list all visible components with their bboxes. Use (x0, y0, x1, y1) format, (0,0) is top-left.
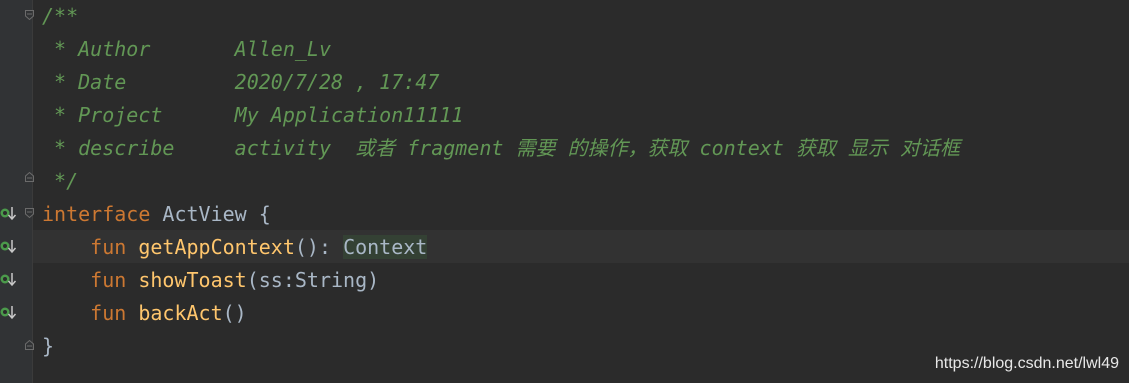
return-type-context: Context (343, 235, 428, 259)
closing-brace: } (42, 334, 55, 358)
doc-project-key: * Project (42, 103, 235, 127)
interface-declaration-line[interactable]: interface ActView { (42, 198, 271, 231)
doc-project-value: My Application11111 (234, 103, 464, 127)
doc-author-key: * Author (42, 37, 235, 61)
fold-close-icon[interactable] (25, 340, 34, 350)
doc-author-value: Allen_Lv (234, 37, 331, 61)
fold-close-icon[interactable] (25, 172, 34, 182)
implemented-marker-icon[interactable] (0, 204, 18, 222)
doc-project-line[interactable]: * Project My Application11111 (42, 99, 463, 132)
editor-gutter (0, 0, 33, 383)
fold-open-icon[interactable] (25, 10, 34, 20)
doc-open-text: /** (42, 4, 79, 28)
implemented-marker-icon[interactable] (0, 303, 18, 321)
closing-brace-line[interactable]: } (42, 330, 54, 363)
method-params: () (222, 301, 247, 325)
fun-keyword: fun (90, 301, 127, 325)
method-line-getappcontext[interactable]: fun getAppContext(): Context (42, 231, 428, 264)
doc-comment-open[interactable]: /** (42, 0, 78, 33)
implemented-marker-icon[interactable] (0, 237, 18, 255)
doc-date-key: * Date (42, 70, 235, 94)
interface-name: ActView { (150, 202, 271, 226)
method-params: (ss:String) (246, 268, 380, 292)
method-name-backact: backAct (138, 301, 223, 325)
method-params: (): (294, 235, 344, 259)
gutter-divider (32, 0, 33, 383)
implemented-marker-icon[interactable] (0, 270, 18, 288)
doc-close-text: */ (42, 169, 79, 193)
fun-keyword: fun (90, 268, 127, 292)
method-line-showtoast[interactable]: fun showToast(ss:String) (42, 264, 379, 297)
method-name-getappcontext: getAppContext (138, 235, 295, 259)
doc-date-line[interactable]: * Date 2020/7/28 , 17:47 (42, 66, 439, 99)
doc-comment-close[interactable]: */ (42, 165, 78, 198)
doc-describe-line[interactable]: * describe activity 或者 fragment 需要 的操作，获… (42, 132, 960, 165)
doc-describe-key: * describe (42, 136, 235, 160)
doc-describe-value: activity 或者 fragment 需要 的操作，获取 context 获… (234, 136, 960, 160)
method-name-showtoast: showToast (138, 268, 247, 292)
method-line-backact[interactable]: fun backAct() (42, 297, 247, 330)
fun-keyword: fun (90, 235, 127, 259)
fold-open-icon[interactable] (25, 208, 34, 218)
doc-date-value: 2020/7/28 , 17:47 (234, 70, 440, 94)
doc-author-line[interactable]: * Author Allen_Lv (42, 33, 331, 66)
watermark-url: https://blog.csdn.net/lwl49 (934, 355, 1119, 372)
interface-keyword: interface (42, 202, 151, 226)
